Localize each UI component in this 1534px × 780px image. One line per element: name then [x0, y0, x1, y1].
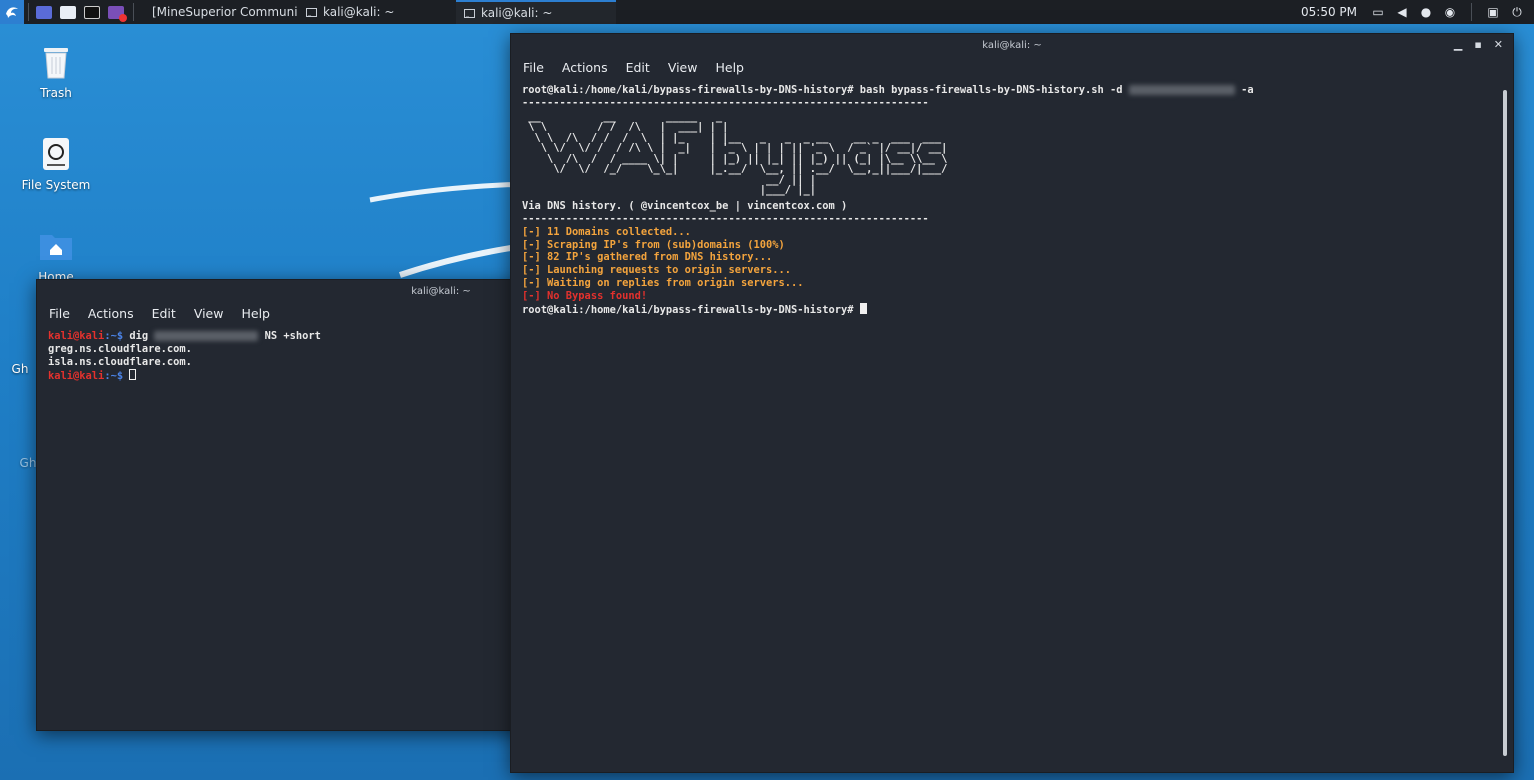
close-icon[interactable]: ✕ — [1494, 38, 1503, 51]
status-line: [-] Scraping IP's from (sub)domains (100… — [522, 238, 785, 251]
task-label: [MineSuperior Communi... — [152, 5, 298, 19]
prompt-path: :~$ — [104, 369, 124, 382]
terminal-cursor — [129, 368, 137, 380]
terminal-icon — [84, 5, 100, 19]
result-line: [-] No Bypass found! — [522, 290, 648, 303]
desktop-file-system[interactable]: File System — [11, 134, 101, 192]
window-title: kali@kali: ~ — [982, 39, 1042, 51]
file-manager-launcher[interactable] — [57, 1, 79, 23]
maximize-icon[interactable]: ▪ — [1474, 38, 1481, 51]
show-desktop-button[interactable] — [33, 1, 55, 23]
window-titlebar[interactable]: kali@kali: ~ ▁ ▪ ✕ — [511, 34, 1513, 56]
panel-separator — [1471, 3, 1472, 21]
browser-icon — [108, 5, 127, 22]
prompt-user: kali@kali — [48, 369, 105, 382]
redacted-domain — [1128, 85, 1235, 95]
desktop-icon-label: File System — [21, 178, 91, 192]
task-terminal-2[interactable]: _ kali@kali: ~ — [456, 0, 616, 24]
desktop-icon-label: Trash — [40, 86, 72, 100]
terminal-scrollbar[interactable] — [1503, 90, 1507, 756]
redacted-domain — [154, 331, 259, 341]
terminal-cursor — [859, 303, 867, 315]
credit-line: Via DNS history. ( @vincentcox_be | vinc… — [522, 199, 848, 212]
task-terminal-1[interactable]: _ kali@kali: ~ — [298, 0, 456, 24]
network-icon[interactable]: ◉ — [1443, 5, 1457, 19]
final-prompt: root@kali:/home/kali/bypass-firewalls-by… — [522, 304, 860, 317]
terminal-icon: _ — [306, 7, 317, 17]
prompt-path: :~$ — [104, 330, 124, 342]
menu-edit[interactable]: Edit — [626, 60, 650, 75]
command-prefix: dig — [123, 330, 155, 342]
window-controls: ▁ ▪ ✕ — [1454, 38, 1503, 51]
menu-file[interactable]: File — [49, 306, 70, 321]
prompt-user: kali@kali — [48, 330, 105, 342]
panel-separator — [28, 3, 29, 21]
status-line: [-] 82 IP's gathered from DNS history... — [522, 251, 773, 264]
menu-actions[interactable]: Actions — [88, 306, 134, 321]
screen-icon[interactable]: ▭ — [1371, 5, 1385, 19]
browser-launcher[interactable] — [105, 1, 127, 23]
status-line: [-] Launching requests to origin servers… — [522, 264, 791, 277]
task-browser[interactable]: [MineSuperior Communi... — [138, 0, 298, 24]
desktop-home[interactable]: Home — [11, 226, 101, 284]
kali-menu-button[interactable] — [0, 0, 24, 24]
status-line: [-] 11 Domains collected... — [522, 225, 691, 238]
terminal-icon: _ — [464, 8, 475, 18]
panel-separator — [133, 3, 134, 21]
notification-bell-icon[interactable]: ● — [1419, 5, 1433, 19]
menu-view[interactable]: View — [194, 306, 224, 321]
folder-icon — [60, 5, 76, 19]
menu-actions[interactable]: Actions — [562, 60, 608, 75]
volume-icon[interactable]: ◀ — [1395, 5, 1409, 19]
minimize-icon[interactable]: ▁ — [1454, 38, 1462, 51]
lock-icon[interactable]: ▣ — [1486, 5, 1500, 19]
terminal-menubar: File Actions Edit View Help — [511, 56, 1513, 78]
trash-icon — [38, 42, 74, 82]
command-suffix: -a — [1234, 84, 1254, 96]
hard-drive-icon — [38, 134, 74, 174]
kali-dragon-icon — [6, 7, 18, 19]
desktop-icon — [36, 5, 52, 19]
power-icon[interactable]: ⏻ — [1510, 5, 1524, 20]
divider-line: ----------------------------------------… — [522, 96, 929, 109]
window-title: kali@kali: ~ — [411, 285, 471, 297]
menu-help[interactable]: Help — [715, 60, 744, 75]
menu-file[interactable]: File — [523, 60, 544, 75]
status-line: [-] Waiting on replies from origin serve… — [522, 277, 804, 290]
menu-view[interactable]: View — [668, 60, 698, 75]
home-folder-icon — [38, 226, 74, 266]
menu-edit[interactable]: Edit — [152, 306, 176, 321]
menu-help[interactable]: Help — [241, 306, 270, 321]
desktop-trash[interactable]: Trash — [11, 42, 101, 100]
ascii-banner: __ __ _____ _ \ \ / / /\ | ___| | | \ \ … — [511, 110, 1513, 200]
ascii-line: |___/ |_| — [522, 184, 960, 197]
divider-line: ----------------------------------------… — [522, 212, 929, 225]
task-label: kali@kali: ~ — [323, 5, 395, 19]
terminal-output[interactable]: root@kali:/home/kali/bypass-firewalls-by… — [511, 78, 1513, 317]
terminal-launcher[interactable] — [81, 1, 103, 23]
command-line: root@kali:/home/kali/bypass-firewalls-by… — [511, 84, 1513, 97]
final-prompt-line: root@kali:/home/kali/bypass-firewalls-by… — [511, 303, 1513, 317]
top-panel: [MineSuperior Communi... _ kali@kali: ~ … — [0, 0, 1534, 24]
command-prefix: root@kali:/home/kali/bypass-firewalls-by… — [522, 84, 1129, 96]
terminal-window-main[interactable]: kali@kali: ~ ▁ ▪ ✕ File Actions Edit Vie… — [510, 33, 1514, 773]
command-suffix: NS +short — [258, 330, 321, 342]
task-label: kali@kali: ~ — [481, 6, 553, 20]
clock[interactable]: 05:50 PM — [1301, 5, 1357, 19]
